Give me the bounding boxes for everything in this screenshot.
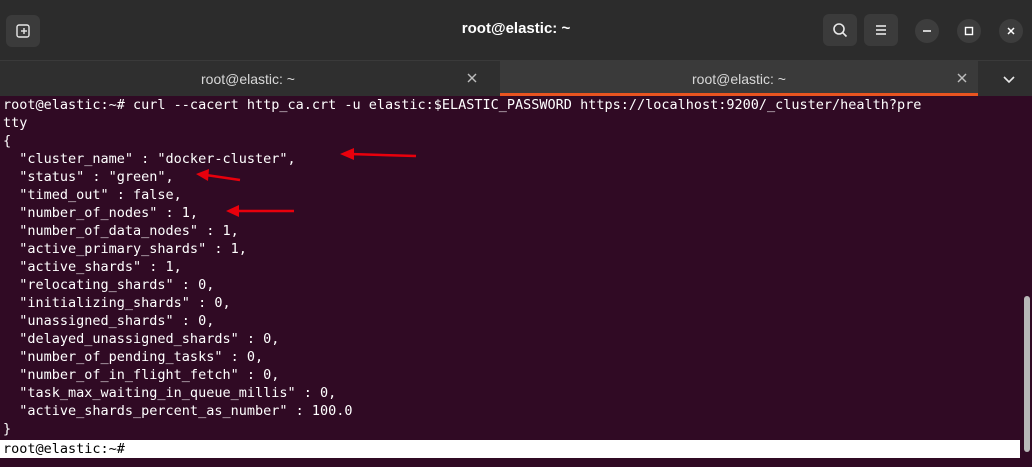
terminal-line: "active_shards" : 1, [3,259,182,275]
chevron-down-icon [1003,76,1015,84]
annotation-arrow [196,169,241,182]
close-icon [957,73,967,83]
terminal-line: "number_of_in_flight_fetch" : 0, [3,367,280,383]
terminal-line: "cluster_name" : "docker-cluster", [3,151,296,167]
tab-list-menu-button[interactable] [1000,70,1018,88]
terminal-line: } [3,421,12,437]
terminal-window: root@elastic: ~ root@elastic: ~ root@ela… [0,0,1032,467]
close-icon [467,73,477,83]
terminal-line: "relocating_shards" : 0, [3,277,215,293]
terminal-line: "number_of_nodes" : 1, [3,205,199,221]
terminal-line: "task_max_waiting_in_queue_millis" : 0, [3,385,337,401]
terminal-output[interactable]: root@elastic:~# curl --cacert http_ca.cr… [0,96,1022,467]
search-icon [833,23,848,38]
terminal-line: "active_primary_shards" : 1, [3,241,247,257]
tab-bar: root@elastic: ~ root@elastic: ~ [0,60,1032,96]
tab-label: root@elastic: ~ [201,70,295,87]
minimize-button[interactable] [915,19,939,43]
minimize-icon [923,30,931,32]
close-button[interactable] [999,19,1023,43]
tab-1[interactable]: root@elastic: ~ [0,61,496,96]
title-bar: root@elastic: ~ [0,0,1032,60]
annotation-arrow [226,205,294,217]
maximize-icon [964,26,974,36]
tab-label: root@elastic: ~ [692,70,786,87]
terminal-line: tty [3,115,28,131]
tab-close-button[interactable] [954,70,970,86]
terminal-line: "unassigned_shards" : 0, [3,313,215,329]
terminal-line: "number_of_pending_tasks" : 0, [3,349,264,365]
terminal-line: "status" : "green", [3,169,174,185]
tab-close-button[interactable] [464,70,480,86]
hamburger-menu-icon [876,25,886,35]
terminal-line: "number_of_data_nodes" : 1, [3,223,239,239]
terminal-scrollbar[interactable] [1024,96,1032,467]
menu-button[interactable] [864,14,898,46]
search-button[interactable] [823,14,857,46]
close-icon [1007,27,1015,35]
terminal-line: "active_shards_percent_as_number" : 100.… [3,403,353,419]
scrollbar-thumb[interactable] [1024,296,1030,452]
maximize-button[interactable] [957,19,981,43]
terminal-prompt[interactable]: root@elastic:~# [0,440,1020,458]
terminal-line: "initializing_shards" : 0, [3,295,231,311]
terminal-line: "delayed_unassigned_shards" : 0, [3,331,280,347]
terminal-line: { [3,133,12,149]
annotation-arrow [340,148,417,160]
tab-2-active[interactable]: root@elastic: ~ [500,61,978,96]
terminal-line: "timed_out" : false, [3,187,182,203]
terminal-line: root@elastic:~# curl --cacert http_ca.cr… [3,97,922,113]
